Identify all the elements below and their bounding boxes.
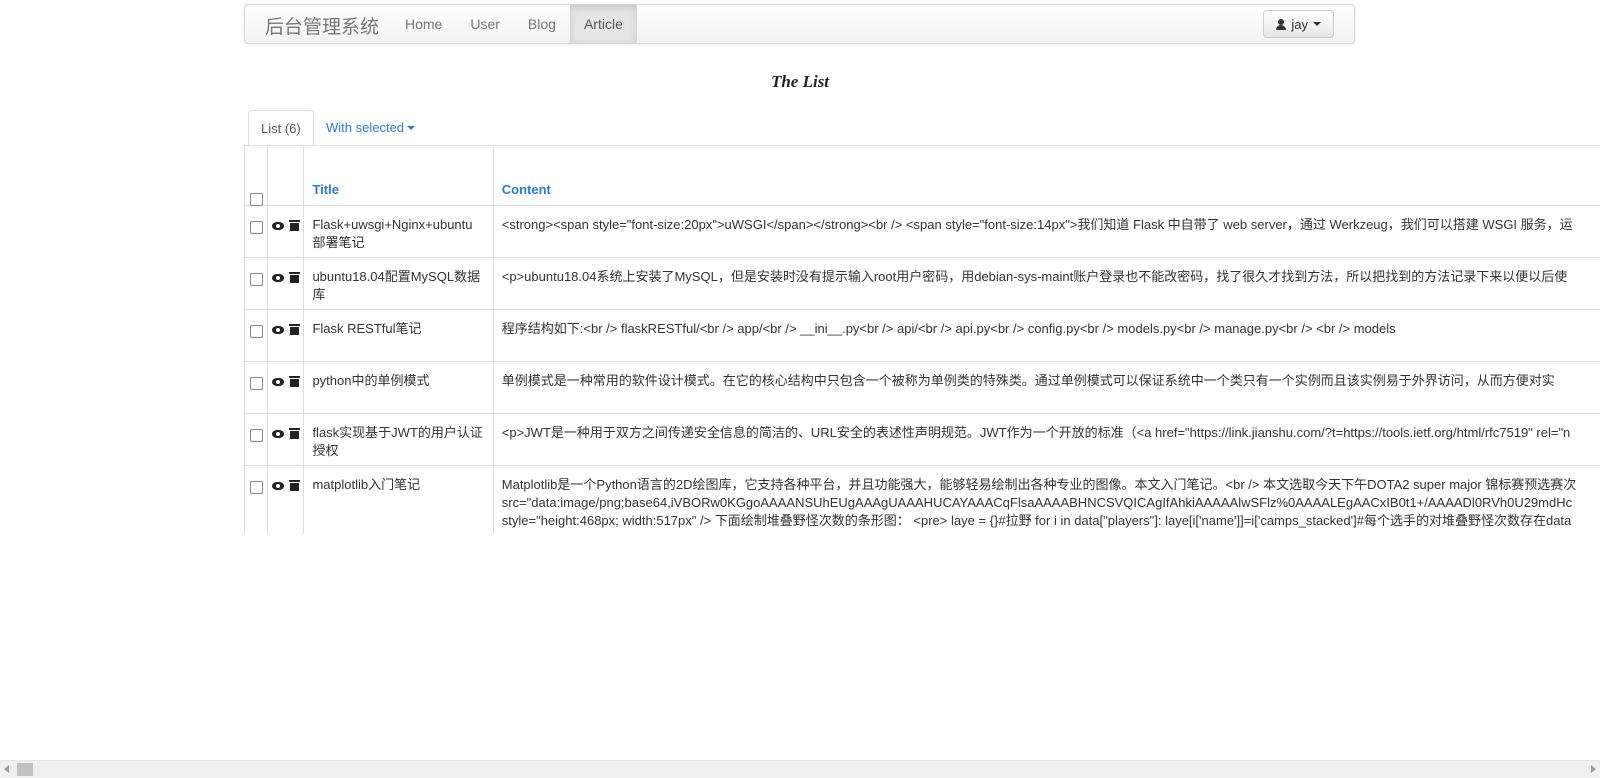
row-title: matplotlib入门笔记 — [304, 466, 493, 535]
row-title: python中的单例模式 — [304, 362, 493, 414]
row-checkbox[interactable] — [250, 221, 263, 234]
table-header-row: Title Content — [245, 146, 1600, 206]
eye-icon[interactable] — [272, 430, 284, 438]
with-selected-label: With selected — [326, 110, 404, 146]
row-title: ubuntu18.04配置MySQL数据库 — [304, 258, 493, 310]
with-selected-dropdown[interactable]: With selected — [326, 110, 415, 146]
nav-item-blog[interactable]: Blog — [514, 5, 570, 43]
trash-icon[interactable] — [290, 324, 299, 335]
list-table: Title Content Flask+uwsgi+Nginx+ubuntu部署… — [244, 146, 1600, 534]
eye-icon[interactable] — [272, 482, 284, 490]
trash-icon[interactable] — [290, 272, 299, 283]
select-all-cell — [245, 146, 268, 206]
nav-item-user[interactable]: User — [456, 5, 514, 43]
row-content: 程序结构如下:<br /> flaskRESTful/<br /> app/<b… — [493, 310, 1600, 362]
eye-icon[interactable] — [272, 326, 284, 334]
row-content: Matplotlib是一个Python语言的2D绘图库，它支持各种平台，并且功能… — [493, 466, 1600, 535]
table-row: Flask RESTful笔记 程序结构如下:<br /> flaskRESTf… — [245, 310, 1600, 362]
nav-item-article[interactable]: Article — [570, 5, 637, 43]
scroll-right-arrow-icon[interactable] — [1591, 765, 1596, 773]
eye-icon[interactable] — [272, 274, 284, 282]
row-checkbox[interactable] — [250, 429, 263, 442]
row-content: 单例模式是一种常用的软件设计模式。在它的核心结构中只包含一个被称为单例类的特殊类… — [493, 362, 1600, 414]
scroll-left-arrow-icon[interactable] — [4, 765, 9, 773]
caret-down-icon — [1313, 22, 1321, 26]
nav-menu: Home User Blog Article — [391, 5, 637, 43]
row-checkbox[interactable] — [250, 377, 263, 390]
scrollbar-thumb[interactable] — [17, 763, 33, 776]
horizontal-scrollbar[interactable] — [0, 760, 1600, 778]
caret-down-icon — [407, 126, 415, 130]
trash-icon[interactable] — [290, 428, 299, 439]
table-row: python中的单例模式 单例模式是一种常用的软件设计模式。在它的核心结构中只包… — [245, 362, 1600, 414]
tab-list[interactable]: List (6) — [248, 110, 314, 146]
table-row: ubuntu18.04配置MySQL数据库 <p>ubuntu18.04系统上安… — [245, 258, 1600, 310]
brand[interactable]: 后台管理系统 — [265, 12, 379, 39]
table-row: flask实现基于JWT的用户认证授权 <p>JWT是一种用于双方之间传递安全信… — [245, 414, 1600, 466]
user-name: jay — [1291, 17, 1308, 32]
page-title: The List — [0, 72, 1600, 92]
list-table-container: Title Content Flask+uwsgi+Nginx+ubuntu部署… — [244, 145, 1600, 534]
row-content: <strong><span style="font-size:20px">uWS… — [493, 206, 1600, 258]
row-checkbox[interactable] — [250, 273, 263, 286]
actions-header — [268, 146, 304, 206]
table-row: matplotlib入门笔记 Matplotlib是一个Python语言的2D绘… — [245, 466, 1600, 535]
eye-icon[interactable] — [272, 222, 284, 230]
table-row: Flask+uwsgi+Nginx+ubuntu部署笔记 <strong><sp… — [245, 206, 1600, 258]
eye-icon[interactable] — [272, 378, 284, 386]
trash-icon[interactable] — [290, 220, 299, 231]
row-title: Flask RESTful笔记 — [304, 310, 493, 362]
column-header-title[interactable]: Title — [304, 146, 493, 206]
column-header-content[interactable]: Content — [493, 146, 1600, 206]
row-checkbox[interactable] — [250, 481, 263, 494]
row-checkbox[interactable] — [250, 325, 263, 338]
row-content: <p>JWT是一种用于双方之间传递安全信息的简洁的、URL安全的表述性声明规范。… — [493, 414, 1600, 466]
trash-icon[interactable] — [290, 480, 299, 491]
nav-item-home[interactable]: Home — [391, 5, 456, 43]
user-menu-button[interactable]: jay — [1263, 10, 1334, 38]
row-title: Flask+uwsgi+Nginx+ubuntu部署笔记 — [304, 206, 493, 258]
trash-icon[interactable] — [290, 376, 299, 387]
row-content: <p>ubuntu18.04系统上安装了MySQL，但是安装时没有提示输入roo… — [493, 258, 1600, 310]
select-all-checkbox[interactable] — [250, 193, 263, 206]
navbar: 后台管理系统 Home User Blog Article jay — [244, 4, 1355, 44]
row-title: flask实现基于JWT的用户认证授权 — [304, 414, 493, 466]
user-icon — [1276, 19, 1286, 30]
